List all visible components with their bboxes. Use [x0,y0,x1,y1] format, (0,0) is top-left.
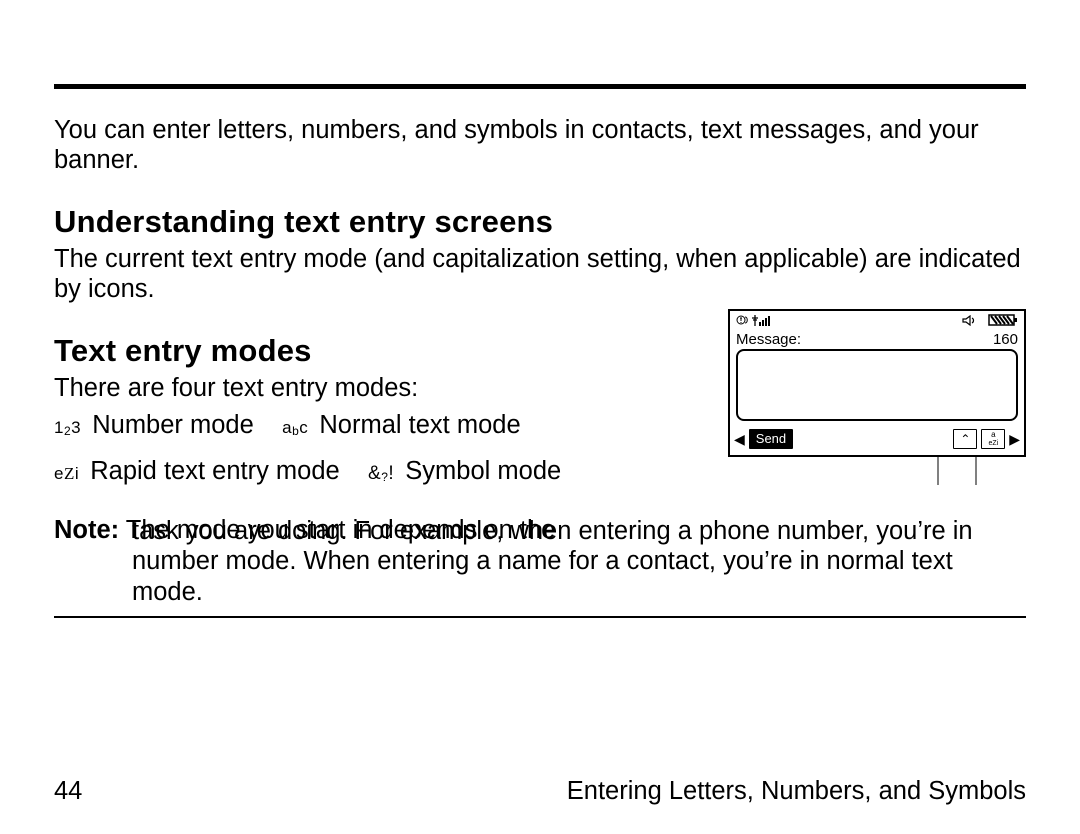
page-number: 44 [54,777,82,806]
paragraph-understanding: The current text entry mode (and capital… [54,244,1026,305]
shift-icon: ⌃ [960,432,970,446]
normal-mode-label: Normal text mode [319,411,520,439]
mode-indicator-icon: aeZi [988,431,998,447]
battery-icon [988,314,1018,326]
phone-screen-illustration: Message: 160 ◀ Send ⌃ aeZi [728,309,1026,489]
phone-screen-title: Message: [736,331,801,348]
number-mode-label: Number mode [92,411,254,439]
normal-mode-icon: abc [282,413,308,444]
softkey-send-label: Send [756,431,786,446]
rule-bottom [54,616,1026,618]
heading-modes: Text entry modes [54,333,706,369]
intro-paragraph: You can enter letters, numbers, and symb… [54,115,1026,176]
left-arrow-icon: ◀ [734,432,745,446]
softkey-send: Send [749,429,793,449]
phone-text-area [736,349,1018,421]
number-mode-icon: 123 [54,413,81,444]
chapter-title: Entering Letters, Numbers, and Symbols [567,777,1026,806]
alert-icon [736,315,750,326]
right-arrow-icon: ▶ [1009,432,1020,446]
note-body: task you are doing. For example, when en… [54,516,1026,608]
softkey-mode: aeZi [981,429,1005,449]
softkey-shift: ⌃ [953,429,977,449]
phone-char-count: 160 [993,331,1018,348]
modes-list: 123 Number mode abc Normal text mode eZi… [54,403,706,495]
phone-status-bar [730,311,1024,330]
heading-understanding: Understanding text entry screens [54,204,1026,240]
symbol-mode-label: Symbol mode [405,457,561,485]
note-label: Note: [54,516,119,544]
paragraph-modes-lead: There are four text entry modes: [54,373,706,404]
phone-softkey-row: ◀ Send ⌃ aeZi ▶ [730,425,1024,455]
signal-icon [752,315,774,326]
rapid-mode-icon: eZi [54,459,79,490]
callout-lines [728,455,1026,489]
symbol-mode-icon: &?! [368,457,394,491]
rule-top [54,84,1026,89]
rapid-mode-label: Rapid text entry mode [90,457,339,485]
speaker-icon [962,315,978,326]
note-block: Note: The mode you start in depends on t… [54,515,1026,607]
